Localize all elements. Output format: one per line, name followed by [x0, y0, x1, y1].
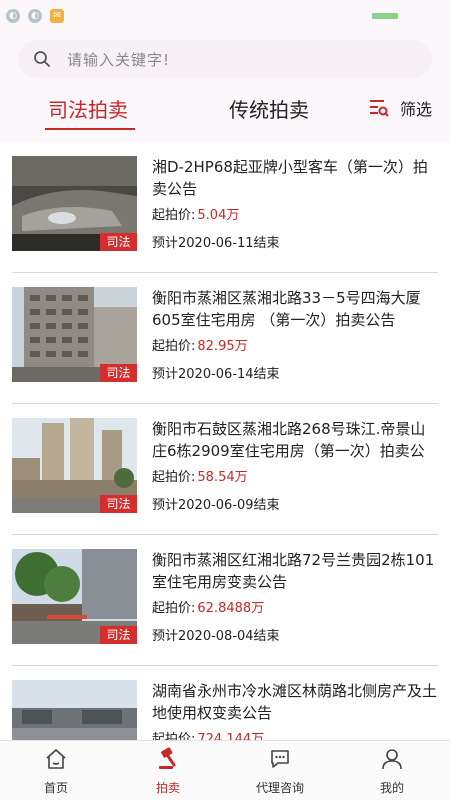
- search-placeholder: 请输入关键字!: [67, 51, 171, 69]
- price-value: 58.54万: [197, 470, 248, 485]
- nav-auction-label: 拍卖: [155, 781, 180, 795]
- judicial-tag: 司法: [100, 233, 137, 251]
- battery-icon: [372, 13, 398, 19]
- end-time: 预计2020-06-14结束: [152, 367, 280, 382]
- nav-auction[interactable]: 拍卖: [112, 741, 224, 800]
- filter-label: 筛选: [400, 100, 433, 119]
- starting-price: 起拍价: 724.144万: [152, 728, 264, 740]
- nav-consult-label: 代理咨询: [255, 781, 304, 795]
- auction-list: 司法 湘D-2HP68起亚牌小型客车（第一次）拍卖公告 起拍价: 5.04万 预计…: [0, 142, 450, 740]
- price-value: 5.04万: [197, 208, 240, 223]
- item-title: 衡阳市蒸湘区红湘北路72号兰贵园2栋101室住宅用房变卖公告: [152, 551, 435, 591]
- price-label: 起拍价:: [152, 208, 196, 223]
- nav-mine[interactable]: 我的: [336, 741, 448, 800]
- list-item[interactable]: 司法 衡阳市蒸湘区红湘北路72号兰贵园2栋101室住宅用房变卖公告 起拍价: 62…: [0, 535, 450, 666]
- price-label: 起拍价:: [152, 339, 196, 354]
- search-icon: [34, 51, 50, 67]
- end-time: 预计2020-08-04结束: [152, 629, 280, 644]
- price-value: 82.95万: [197, 339, 248, 354]
- tab-traditional-auction[interactable]: 传统拍卖: [229, 94, 309, 123]
- chat-icon: [271, 750, 289, 768]
- item-title: 湘D-2HP68起亚牌小型客车（第一次）拍卖公告: [152, 158, 428, 198]
- list-item[interactable]: 司法 衡阳市蒸湘区蒸湘北路33－5号四海大厦605室住宅用房 （第一次）拍卖公告…: [0, 273, 450, 404]
- active-tab-underline: [45, 128, 135, 130]
- list-item[interactable]: 湖南省永州市冷水滩区林荫路北侧房产及土地使用权变卖公告 起拍价: 724.144万: [0, 666, 450, 740]
- home-icon: [46, 749, 66, 769]
- starting-price: 起拍价: 82.95万: [152, 335, 248, 354]
- filter-icon: [370, 100, 389, 117]
- price-label: 起拍价:: [152, 601, 196, 616]
- list-item[interactable]: 司法 湘D-2HP68起亚牌小型客车（第一次）拍卖公告 起拍价: 5.04万 预计…: [0, 142, 450, 273]
- starting-price: 起拍价: 62.8488万: [152, 597, 264, 616]
- nav-mine-label: 我的: [379, 781, 404, 795]
- bottom-nav: 首页 拍卖 代理咨询 我的: [0, 740, 450, 800]
- end-time: 预计2020-06-09结束: [152, 498, 280, 513]
- item-photo-residential: 司法: [12, 418, 137, 513]
- price-value: 724.144万: [197, 732, 265, 740]
- end-time: 预计2020-06-11结束: [152, 236, 280, 251]
- item-title: 湖南省永州市冷水滩区林荫路北侧房产及土地使用权变卖公告: [152, 682, 438, 722]
- price-label: 起拍价:: [152, 470, 196, 485]
- judicial-tag: 司法: [100, 495, 137, 513]
- item-photo-street: 司法: [12, 549, 137, 644]
- item-title: 衡阳市石鼓区蒸湘北路268号珠江.帝景山庄6栋2909室住宅用房（第一次）拍卖公…: [152, 420, 426, 460]
- list-item[interactable]: 司法 衡阳市石鼓区蒸湘北路268号珠江.帝景山庄6栋2909室住宅用房（第一次）…: [0, 404, 450, 535]
- starting-price: 起拍价: 5.04万: [152, 204, 239, 223]
- tab-judicial-auction[interactable]: 司法拍卖: [48, 94, 128, 123]
- item-photo-building: 司法: [12, 287, 137, 382]
- item-photo-car: 司法: [12, 156, 137, 251]
- price-value: 62.8488万: [197, 601, 265, 616]
- starting-price: 起拍价: 58.54万: [152, 466, 248, 485]
- status-icons: ◐ ◐ ✉: [6, 9, 64, 23]
- user-icon: [382, 749, 402, 770]
- judicial-tag: 司法: [100, 364, 137, 382]
- notification-icon: ✉: [50, 9, 64, 23]
- filter-button[interactable]: 筛选: [368, 96, 432, 120]
- item-title: 衡阳市蒸湘区蒸湘北路33－5号四海大厦605室住宅用房 （第一次）拍卖公告: [152, 289, 421, 329]
- search-input[interactable]: 请输入关键字!: [18, 40, 432, 78]
- notification-icon: ◐: [6, 9, 20, 23]
- header: 请输入关键字! 司法拍卖 传统拍卖 筛选: [0, 32, 450, 142]
- nav-home-label: 首页: [43, 781, 68, 795]
- nav-home[interactable]: 首页: [0, 741, 112, 800]
- gavel-icon: [159, 747, 176, 769]
- price-label: 起拍价:: [152, 732, 196, 740]
- auction-tabs: 司法拍卖 传统拍卖 筛选: [0, 90, 450, 134]
- judicial-tag: 司法: [100, 626, 137, 644]
- nav-consult[interactable]: 代理咨询: [224, 741, 336, 800]
- item-photo-property: [12, 680, 137, 740]
- status-bar: ◐ ◐ ✉: [0, 0, 450, 32]
- notification-icon: ◐: [28, 9, 42, 23]
